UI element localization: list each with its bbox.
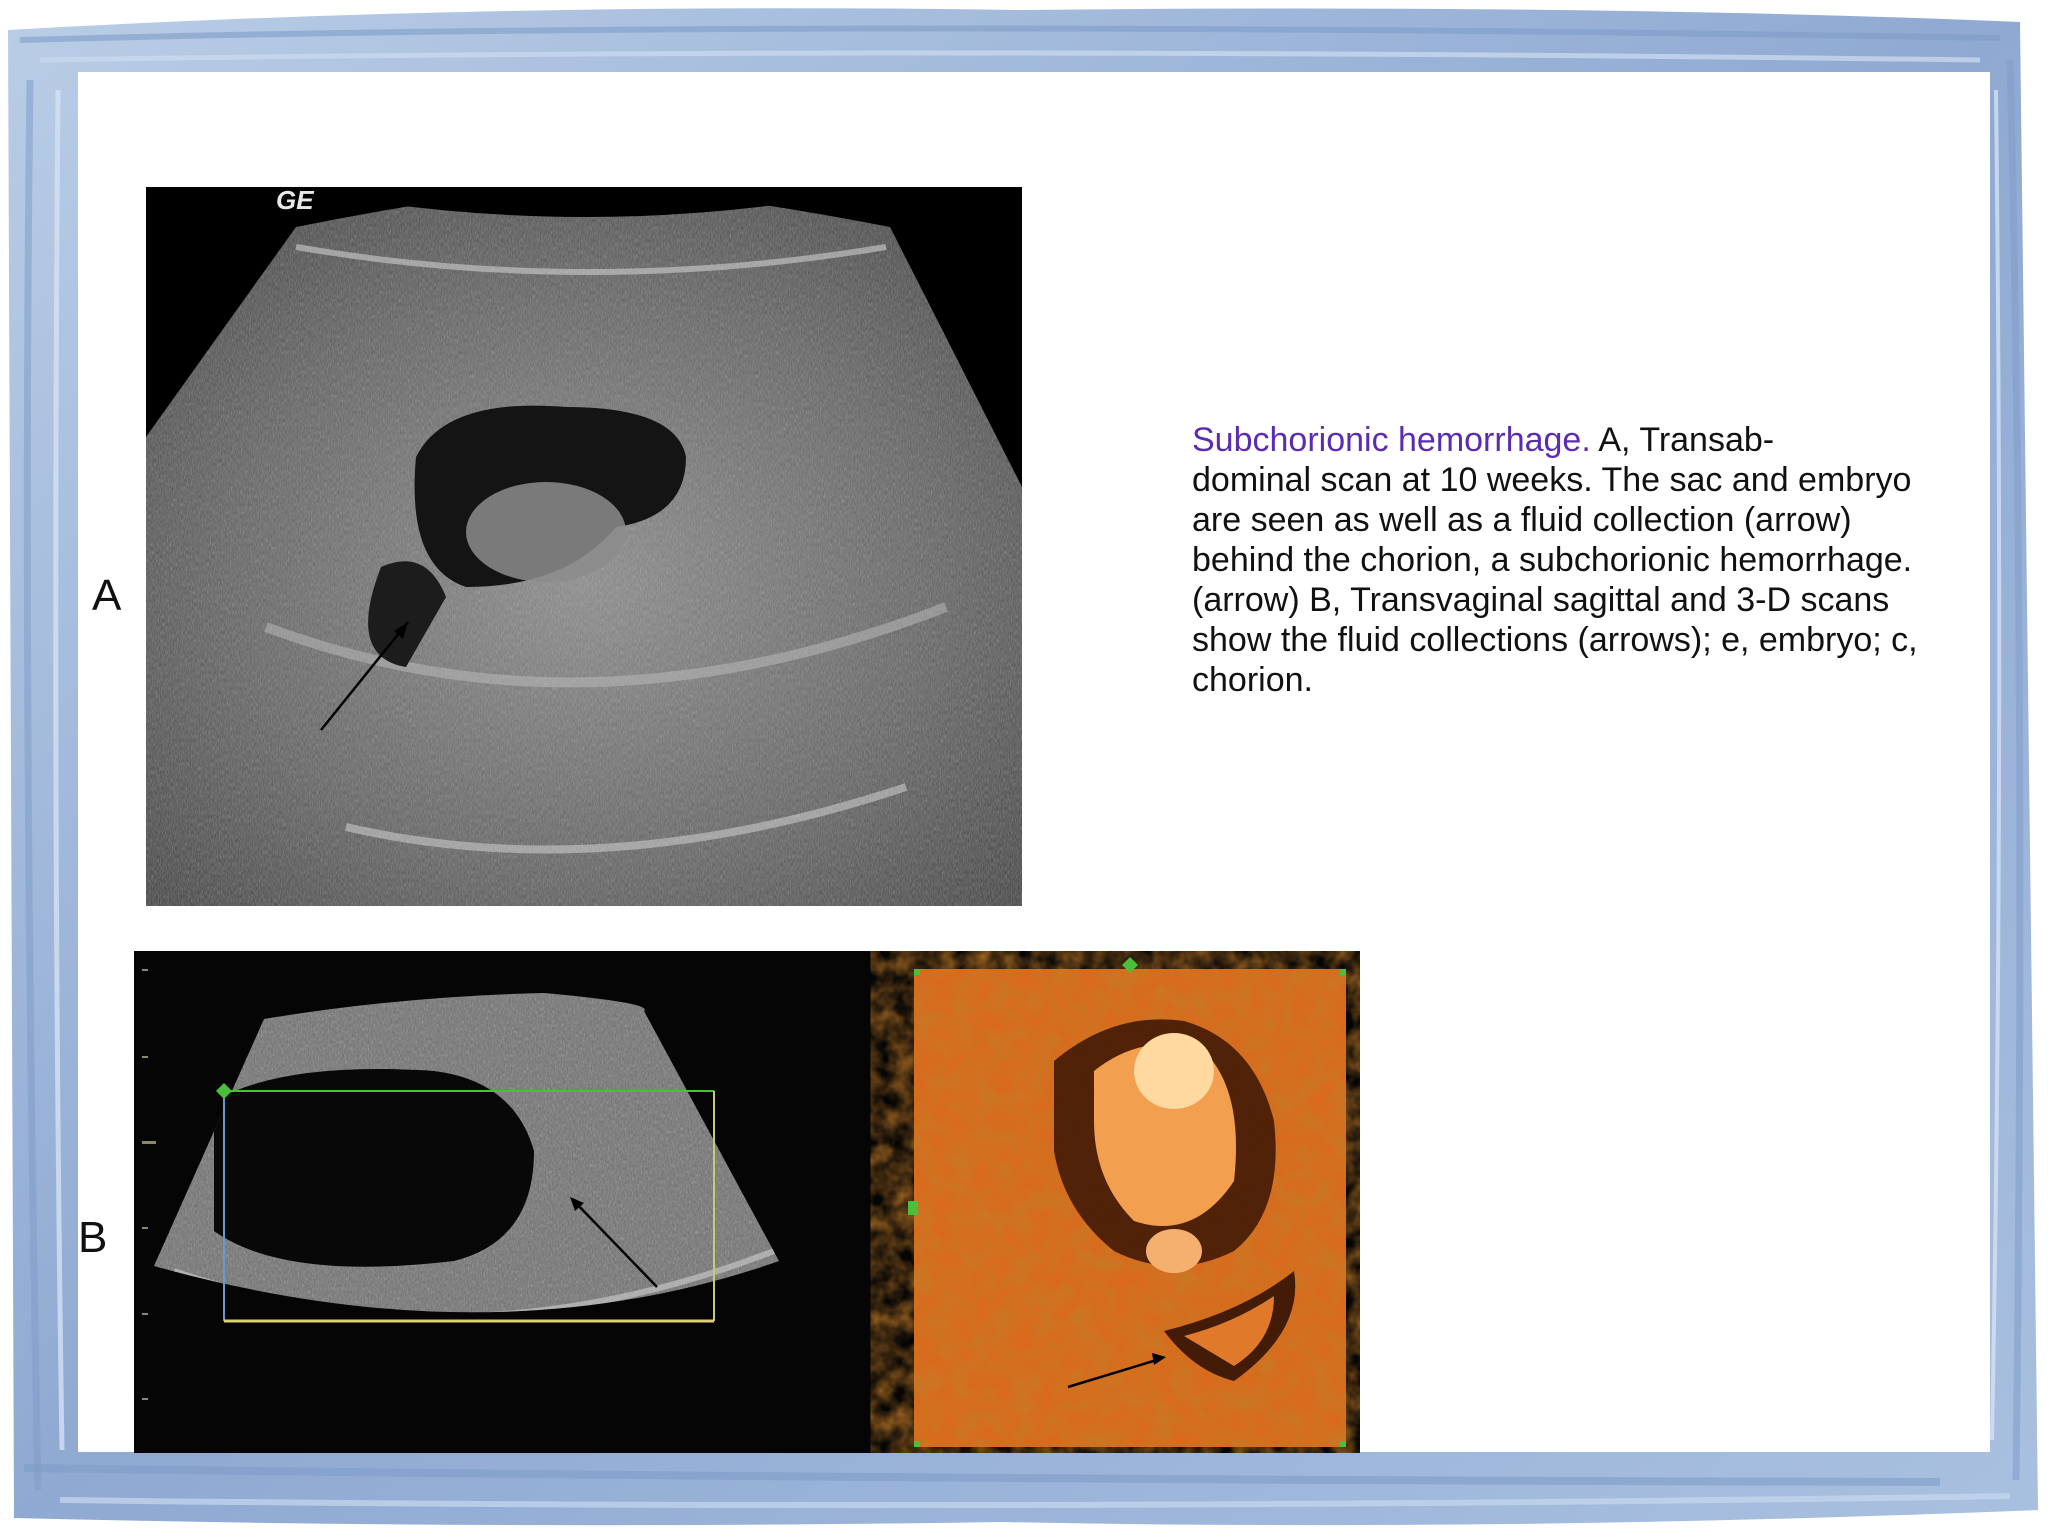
caption-line: are seen as well as a fluid collection (… — [1192, 501, 1852, 539]
panel-label-b: B — [78, 1213, 108, 1262]
ge-watermark: GE — [276, 187, 314, 215]
caption-line: dominal scan at 10 weeks. The sac and em… — [1192, 461, 1912, 499]
figure-caption: Subchorionic hemorrhage. A, Transab- dom… — [1192, 420, 1992, 700]
panel-label-a: A — [92, 571, 122, 620]
caption-heading: Subchorionic hemorrhage. — [1192, 421, 1591, 459]
caption-line: chorion. — [1192, 661, 1313, 699]
ultrasound-image-a: GE — [146, 187, 1022, 906]
caption-line: show the fluid collections (arrows); e, … — [1192, 621, 1918, 659]
slide: A B GE Subchorionic hemorrhage. A, Trans… — [0, 0, 2048, 1535]
caption-line: (arrow) B, Transvaginal sagittal and 3-D… — [1192, 581, 1890, 619]
ultrasound-image-b — [134, 951, 1360, 1453]
render-3d — [914, 969, 1346, 1447]
caption-line: behind the chorion, a subchorionic hemor… — [1192, 541, 1913, 579]
caption-line: A, Transab- — [1590, 421, 1775, 459]
